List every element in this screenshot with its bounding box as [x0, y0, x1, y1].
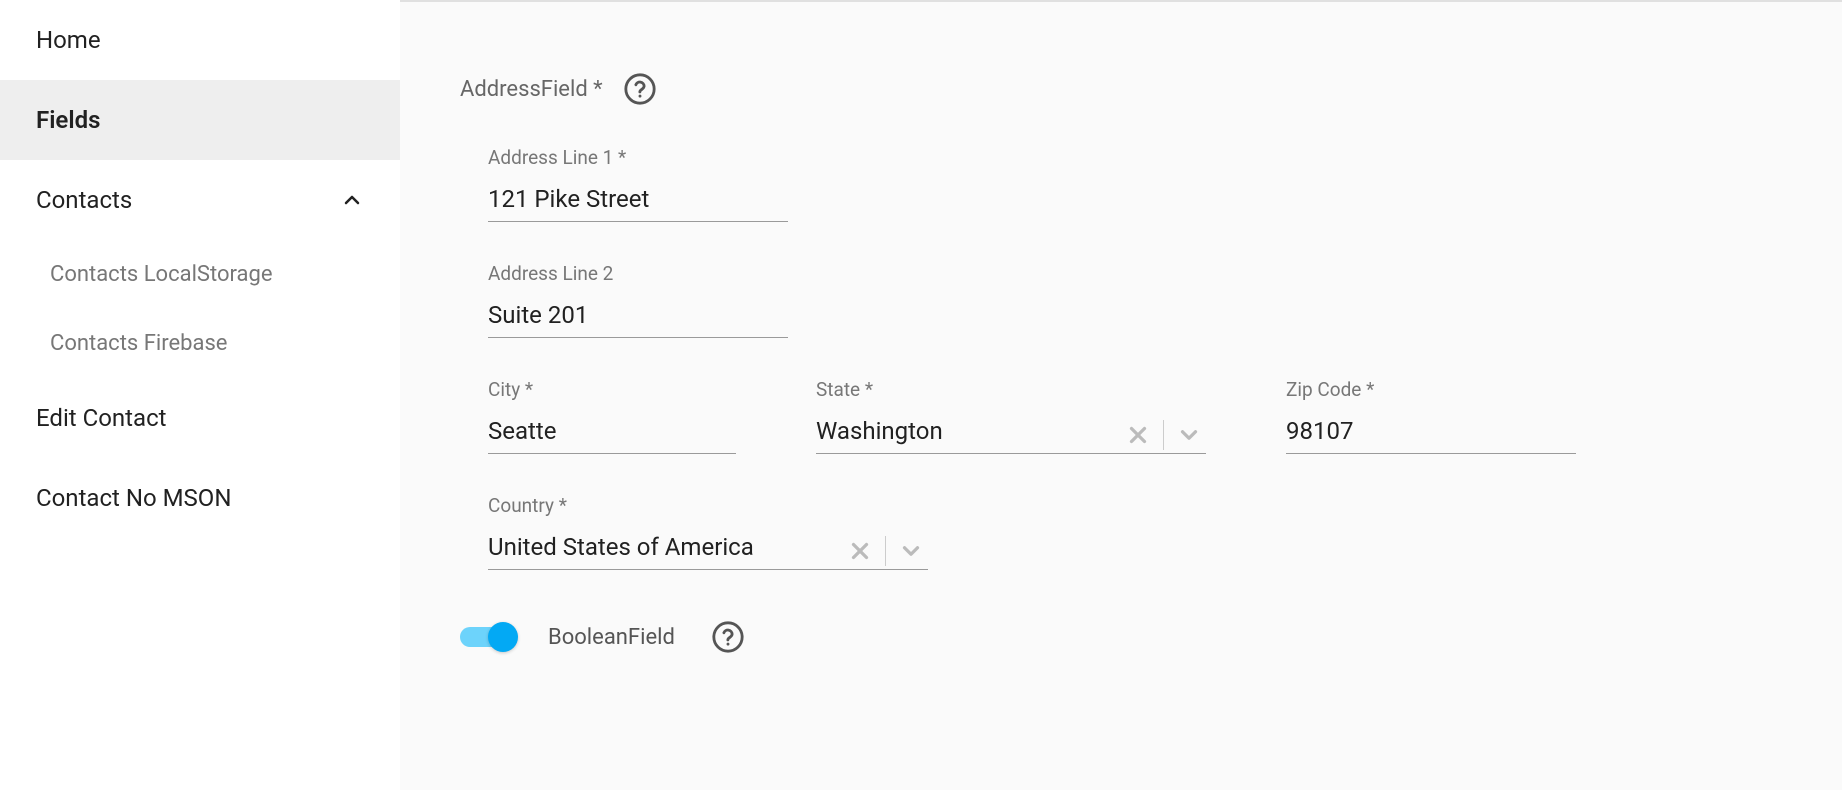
field-label: Zip Code * — [1286, 378, 1576, 401]
row-address-line1: Address Line 1 * — [488, 146, 1782, 222]
city-input[interactable] — [488, 411, 736, 454]
boolean-field-label: BooleanField — [548, 625, 675, 650]
chevron-down-icon[interactable] — [1176, 422, 1202, 448]
main-content: AddressField * Address Line 1 * Address … — [400, 0, 1842, 790]
boolean-switch[interactable] — [460, 627, 512, 647]
sidebar-item-contact-no-mson[interactable]: Contact No MSON — [0, 458, 400, 538]
help-icon[interactable] — [711, 620, 745, 654]
row-address-line2: Address Line 2 — [488, 262, 1782, 338]
boolean-field-row: BooleanField — [460, 620, 1782, 654]
sidebar-item-label: Fields — [36, 106, 100, 134]
select-divider — [885, 536, 886, 566]
state-select-controls — [1125, 420, 1206, 450]
sidebar-item-home[interactable]: Home — [0, 0, 400, 80]
field-label: Address Line 2 — [488, 262, 788, 285]
address-form: Address Line 1 * Address Line 2 City * S… — [460, 146, 1782, 570]
sidebar-item-contacts-firebase[interactable]: Contacts Firebase — [0, 309, 400, 378]
row-city-state-zip: City * State * — [488, 378, 1782, 454]
clear-icon[interactable] — [847, 538, 873, 564]
field-country: Country * — [488, 494, 928, 570]
row-country: Country * — [488, 494, 1782, 570]
sidebar-item-contacts-localstorage[interactable]: Contacts LocalStorage — [0, 240, 400, 309]
field-label: State * — [816, 378, 1206, 401]
zip-input[interactable] — [1286, 411, 1576, 454]
address-line1-input[interactable] — [488, 179, 788, 222]
field-city: City * — [488, 378, 736, 454]
chevron-up-icon — [340, 188, 364, 212]
select-divider — [1163, 420, 1164, 450]
clear-icon[interactable] — [1125, 422, 1151, 448]
field-label: Address Line 1 * — [488, 146, 788, 169]
field-state: State * — [816, 378, 1206, 454]
field-label: City * — [488, 378, 736, 401]
chevron-down-icon[interactable] — [898, 538, 924, 564]
app-root: Home Fields Contacts Contacts LocalStora… — [0, 0, 1842, 790]
sidebar-item-edit-contact[interactable]: Edit Contact — [0, 378, 400, 458]
sidebar: Home Fields Contacts Contacts LocalStora… — [0, 0, 400, 790]
sidebar-item-contacts[interactable]: Contacts — [0, 160, 400, 240]
field-address-line1: Address Line 1 * — [488, 146, 788, 222]
address-line2-input[interactable] — [488, 295, 788, 338]
sidebar-item-label: Edit Contact — [36, 404, 166, 432]
address-section-header: AddressField * — [460, 72, 1782, 106]
field-zip: Zip Code * — [1286, 378, 1576, 454]
sidebar-item-label: Contacts Firebase — [50, 331, 227, 356]
sidebar-item-label: Contact No MSON — [36, 484, 231, 512]
sidebar-item-label: Contacts — [36, 186, 132, 214]
field-label: Country * — [488, 494, 928, 517]
address-section-title: AddressField * — [460, 77, 603, 102]
sidebar-item-label: Contacts LocalStorage — [50, 262, 273, 287]
country-select-controls — [847, 536, 928, 566]
switch-thumb — [488, 622, 518, 652]
help-icon[interactable] — [623, 72, 657, 106]
sidebar-item-label: Home — [36, 26, 101, 54]
field-address-line2: Address Line 2 — [488, 262, 788, 338]
sidebar-item-fields[interactable]: Fields — [0, 80, 400, 160]
